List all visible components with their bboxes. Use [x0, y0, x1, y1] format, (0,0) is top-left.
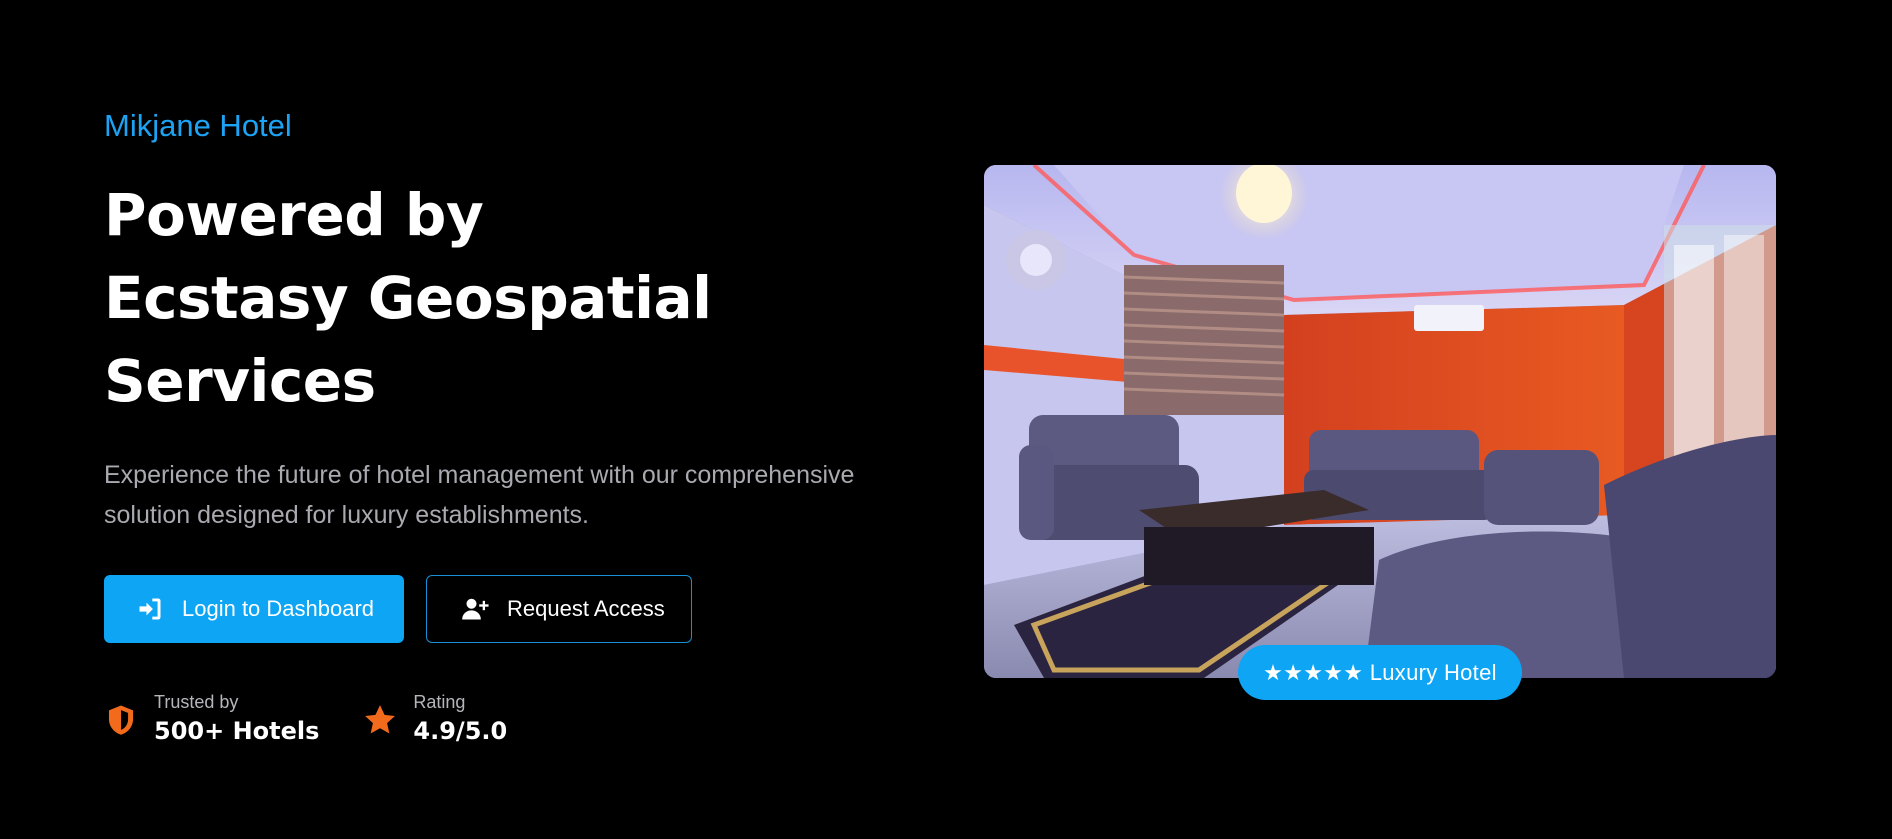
- stat-rating-text: Rating 4.9/5.0: [413, 691, 507, 749]
- login-button-label: Login to Dashboard: [182, 596, 375, 621]
- headline-line-1: Powered by: [104, 181, 484, 249]
- login-to-dashboard-button[interactable]: Login to Dashboard: [104, 575, 404, 643]
- login-icon: [136, 595, 164, 623]
- hero-section: Mikjane Hotel Powered by Ecstasy Geospat…: [104, 104, 884, 749]
- stat-rating-label: Rating: [413, 692, 466, 712]
- stat-trusted-label: Trusted by: [154, 692, 239, 712]
- star-icon: [363, 703, 397, 737]
- stat-rating-value: 4.9/5.0: [413, 717, 508, 745]
- hero-headline: Powered by Ecstasy Geospatial Services: [104, 174, 884, 423]
- headline-line-2: Ecstasy Geospatial: [104, 264, 712, 332]
- landing-page: Mikjane Hotel Powered by Ecstasy Geospat…: [0, 0, 1892, 839]
- brand-name: Mikjane Hotel: [104, 108, 292, 143]
- request-button-label: Request Access: [507, 596, 665, 621]
- stat-trusted-text: Trusted by 500+ Hotels: [154, 691, 319, 749]
- luxury-hotel-badge: ★★★★★ Luxury Hotel: [1238, 645, 1522, 700]
- description-line-1: Experience the future of hotel managemen…: [104, 461, 855, 489]
- hero-description: Experience the future of hotel managemen…: [104, 455, 894, 535]
- stat-rating: Rating 4.9/5.0: [363, 691, 507, 749]
- description-line-2: solution designed for luxury establishme…: [104, 501, 589, 529]
- user-plus-icon: [461, 595, 489, 623]
- headline-line-3: Services: [104, 347, 376, 415]
- stat-trusted: Trusted by 500+ Hotels: [104, 691, 319, 749]
- stats-row: Trusted by 500+ Hotels Rating 4.9/5.0: [104, 691, 884, 749]
- hotel-lounge-photo: [984, 165, 1776, 678]
- shield-icon: [104, 703, 138, 737]
- request-access-button[interactable]: Request Access: [426, 575, 692, 643]
- cta-buttons: Login to Dashboard Request Access: [104, 575, 884, 643]
- stat-trusted-value: 500+ Hotels: [154, 717, 320, 745]
